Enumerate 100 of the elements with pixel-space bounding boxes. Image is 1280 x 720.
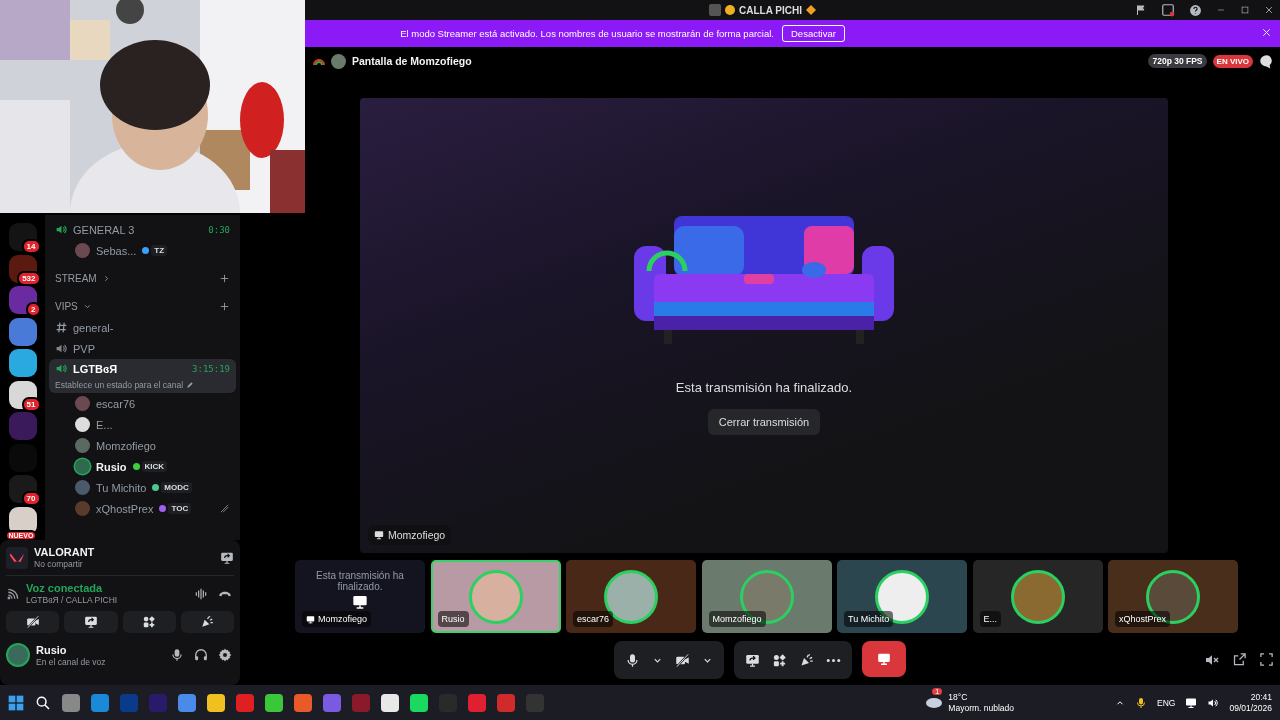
stream-label: Momzofiego [368,525,452,545]
tile-name: Momzofiego [302,611,372,627]
user-name: Rusio [36,643,68,656]
share-icon [744,652,760,668]
unread-badge: 2 [26,302,41,317]
app-icon[interactable] [381,693,399,712]
deactivate-button[interactable]: Desactivar [782,25,845,42]
settings-icon [218,648,232,662]
speaker-icon [55,342,68,355]
live-badge: EN VIVO [1212,54,1253,68]
share-status: No compartir [34,559,84,569]
avatar [468,569,523,624]
member-name[interactable]: Sebas... [96,244,137,257]
app-icon[interactable] [265,693,283,712]
tile-name: xQhostPrex [1115,611,1171,627]
plus-icon[interactable] [219,272,230,284]
maximize-icon[interactable] [1240,5,1250,15]
activities-icon [771,652,787,668]
participant-tile[interactable]: escar76 [566,560,696,633]
settings-button[interactable] [216,646,234,664]
close-stream-button[interactable]: Cerrar transmisión [707,409,821,435]
fullscreen-icon[interactable] [1259,652,1274,667]
close-icon[interactable] [1264,5,1274,15]
help-icon[interactable] [1189,3,1202,17]
app-icon[interactable] [207,693,225,712]
member-name[interactable]: E... [96,418,113,431]
stream-ended-message: Esta transmisión ha finalizado. [675,380,853,395]
member-name[interactable]: escar76 [96,397,136,410]
unread-badge: 532 [17,270,41,286]
share-icon[interactable] [220,550,234,565]
share-screen-button[interactable] [64,611,118,633]
search-icon[interactable] [35,694,51,711]
activities-button[interactable] [122,611,176,633]
member-tag: TOC [168,503,192,514]
voice-channel: LGTBɞЯ / CALLA PICHI [26,595,118,605]
start-icon[interactable] [8,694,24,711]
camera-button[interactable] [6,611,60,633]
user-avatar [6,643,30,667]
clock[interactable]: 20:41 09/01/2026 [1229,691,1272,714]
inbox-icon[interactable] [1161,3,1175,17]
category-name[interactable]: STREAM [55,272,97,284]
voice-status: Voz conectada [26,582,104,594]
tile-name: E... [979,611,1001,627]
popout-icon[interactable] [1232,652,1247,667]
pencil-icon [186,381,195,389]
weather-text: Mayorm. nublado [948,702,1015,714]
hash-icon [55,321,68,334]
avatar [331,53,346,69]
camera-off-icon [674,652,690,668]
camera-off-icon [25,615,40,629]
flag-icon[interactable] [1135,4,1147,16]
mic-icon[interactable] [1135,696,1148,709]
unread-badge: 51 [21,396,41,412]
member-name[interactable]: Tu Michito [96,481,147,494]
server-icon [709,4,721,16]
speaker-icon [55,223,68,236]
app-icon[interactable] [410,693,428,712]
participant-tile[interactable]: Tu Michito [837,560,967,633]
tile-name: Momzofiego [708,611,766,627]
emoji-icon [725,5,735,15]
participant-tile[interactable]: Rusio [430,560,561,633]
emoji-icon [806,5,816,15]
banner-text: El modo Streamer está activado. Los nombres de usuario se mostrarán de forma parcial. [400,28,774,39]
server-icon[interactable] [8,349,37,377]
channel-item[interactable]: general- [49,317,236,338]
monitor-icon [352,593,368,610]
participant-tile[interactable]: xQhostPrex [1108,560,1238,633]
server-icon[interactable] [8,317,37,346]
leave-call-button[interactable] [861,641,906,677]
participant-tile[interactable]: Esta transmisión ha finalizado. Momzofiego [295,560,425,633]
channel-item[interactable]: PVP [49,338,236,359]
plus-icon[interactable] [219,300,230,312]
quality-badge: 720p 30 FPS [1148,54,1207,68]
unread-badge: 70 [21,491,41,506]
tile-name: escar76 [573,611,614,627]
rainbow-icon [313,56,325,66]
category-name[interactable]: VIPS [55,300,78,312]
participant-tile[interactable]: E... [972,560,1103,633]
monitor-icon [306,614,315,624]
channel-item[interactable]: LGTBɞЯ 3:15:19 Establece un estado para el canal [49,359,236,393]
wave-icon [194,586,208,601]
language-indicator[interactable]: ENG [1157,697,1176,708]
unread-badge: 14 [21,239,41,254]
headset-icon [194,648,208,662]
weather-icon [926,697,943,708]
member-name[interactable]: xQhostPrex [96,502,154,515]
temperature: 18°C [948,691,969,703]
participant-tile[interactable]: Momzofiego [701,560,832,633]
user-status: En el canal de voz [36,656,106,667]
game-icon [6,546,28,569]
member-name[interactable]: Momzofiego [96,439,156,452]
window-title: CALLA PICHI [739,4,802,16]
channel-item[interactable]: GENERAL 3 0:30 [49,219,236,240]
monitor-icon [374,530,384,540]
chat-icon[interactable] [1259,53,1274,69]
member-tag: KICK [141,461,168,472]
game-name: VALORANT [34,546,95,558]
tile-name: Tu Michito [844,611,894,627]
member-name[interactable]: Rusio [96,460,127,473]
soundboard-button[interactable] [180,611,234,633]
